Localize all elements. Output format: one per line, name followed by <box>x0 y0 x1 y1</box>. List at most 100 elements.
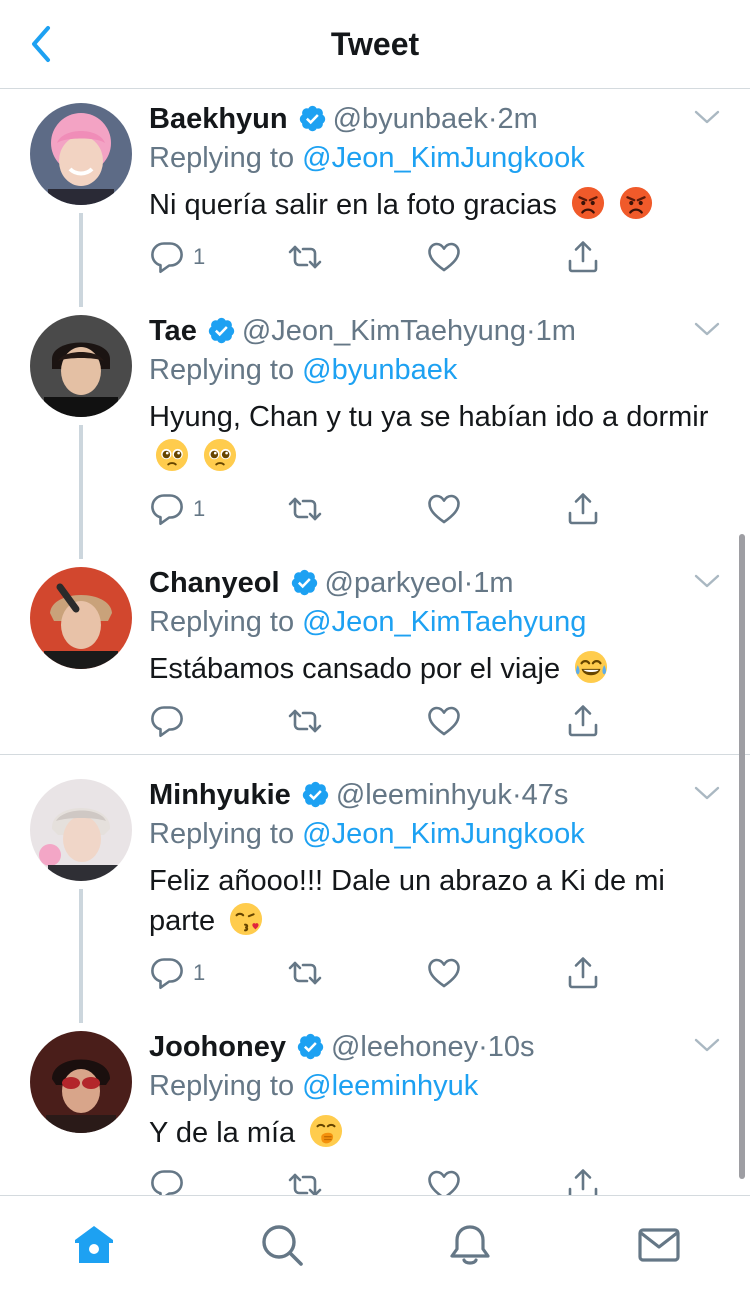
share-icon <box>565 955 601 991</box>
tweet[interactable]: Chanyeol @parkyeol·1m Replying to @Jeon_K… <box>0 553 750 754</box>
verified-badge-icon <box>207 316 236 345</box>
reply-icon <box>149 703 185 739</box>
retweet-button[interactable] <box>287 703 323 739</box>
reply-icon <box>149 491 185 527</box>
avatar[interactable] <box>30 315 132 417</box>
share-button[interactable] <box>565 491 601 527</box>
tweet-actions: 1 <box>149 239 629 279</box>
user-handle[interactable]: @Jeon_KimTaehyung <box>242 315 526 347</box>
verified-badge-icon <box>296 1032 325 1061</box>
tweet-text: Ni quería salir en la foto gracias <box>149 185 709 225</box>
heart-icon <box>426 1167 462 1195</box>
replying-to-label: Replying to <box>149 606 295 638</box>
thread-connector <box>79 889 83 1023</box>
replying-to-link[interactable]: @Jeon_KimTaehyung <box>302 606 586 638</box>
tweet[interactable]: Tae @Jeon_KimTaehyung·1m Replying to @byu… <box>0 301 750 559</box>
reply-count: 1 <box>193 244 206 269</box>
retweet-button[interactable] <box>287 239 323 275</box>
tweet-actions <box>149 703 629 743</box>
kissing-face-emoji-icon <box>230 902 263 936</box>
chevron-down-icon[interactable] <box>694 1035 720 1055</box>
chevron-down-icon[interactable] <box>694 783 720 803</box>
display-name[interactable]: Chanyeol <box>149 567 280 599</box>
share-button[interactable] <box>565 703 601 739</box>
avatar[interactable] <box>30 779 132 881</box>
timestamp: 1m <box>473 567 514 599</box>
replying-to: Replying to @Jeon_KimTaehyung <box>149 602 586 642</box>
timestamp: 1m <box>535 315 576 347</box>
user-handle[interactable]: @parkyeol <box>325 567 464 599</box>
replying-to-link[interactable]: @byunbaek <box>302 354 457 386</box>
timestamp: 47s <box>521 779 569 811</box>
replying-to-link[interactable]: @Jeon_KimJungkook <box>302 142 585 174</box>
top-nav-bar: Tweet <box>0 0 750 89</box>
tweet[interactable]: Minhyukie @leeminhyuk·47s Replying to @Je… <box>0 765 750 1023</box>
verified-badge-icon <box>301 780 330 809</box>
tweet[interactable]: Joohoney @leehoney·10s Replying to @leemi… <box>0 1017 750 1195</box>
avatar[interactable] <box>30 1031 132 1133</box>
reply-icon <box>149 239 185 275</box>
timestamp: 10s <box>487 1031 535 1063</box>
tweet-text: Estábamos cansado por el viaje <box>149 649 709 689</box>
like-button[interactable] <box>426 239 462 275</box>
reply-button[interactable] <box>149 703 185 739</box>
share-button[interactable] <box>565 239 601 275</box>
share-button[interactable] <box>565 955 601 991</box>
reply-button[interactable] <box>149 1167 185 1195</box>
avatar[interactable] <box>30 567 132 669</box>
messages-icon[interactable] <box>636 1222 682 1268</box>
display-name[interactable]: Tae <box>149 315 197 347</box>
like-button[interactable] <box>426 1167 462 1195</box>
replying-to: Replying to @Jeon_KimJungkook <box>149 814 585 854</box>
reply-button[interactable]: 1 <box>149 239 205 275</box>
like-button[interactable] <box>426 491 462 527</box>
home-icon[interactable] <box>71 1222 117 1268</box>
tweet-header: Minhyukie @leeminhyuk·47s <box>149 775 568 815</box>
tweet-actions: 1 <box>149 955 629 995</box>
retweet-icon <box>287 239 323 275</box>
avatar[interactable] <box>30 103 132 205</box>
notifications-icon[interactable] <box>447 1222 493 1268</box>
tears-of-joy-emoji-icon <box>575 650 608 684</box>
tweet-text-content: Feliz añooo!!! Dale un abrazo a Ki de mi… <box>149 865 665 937</box>
separator-dot: · <box>526 315 536 347</box>
reply-button[interactable]: 1 <box>149 491 205 527</box>
replying-to-label: Replying to <box>149 1070 295 1102</box>
retweet-button[interactable] <box>287 491 323 527</box>
display-name[interactable]: Joohoney <box>149 1031 286 1063</box>
tweet-header: Baekhyun @byunbaek·2m <box>149 99 538 139</box>
chevron-down-icon[interactable] <box>694 319 720 339</box>
replying-to-link[interactable]: @Jeon_KimJungkook <box>302 818 585 850</box>
user-handle[interactable]: @leehoney <box>331 1031 478 1063</box>
like-button[interactable] <box>426 955 462 991</box>
like-button[interactable] <box>426 703 462 739</box>
replying-to: Replying to @Jeon_KimJungkook <box>149 138 585 178</box>
reply-count: 1 <box>193 496 206 521</box>
tweet-text-content: Hyung, Chan y tu ya se habían ido a dorm… <box>149 401 709 433</box>
thread-divider <box>0 754 750 755</box>
share-button[interactable] <box>565 1167 601 1195</box>
tweet[interactable]: Baekhyun @byunbaek·2m Replying to @Jeon_K… <box>0 89 750 307</box>
replying-to: Replying to @leeminhyuk <box>149 1066 478 1106</box>
chevron-down-icon[interactable] <box>694 571 720 591</box>
heart-icon <box>426 703 462 739</box>
search-icon[interactable] <box>259 1222 305 1268</box>
chevron-down-icon[interactable] <box>694 107 720 127</box>
verified-badge-icon <box>290 568 319 597</box>
retweet-icon <box>287 703 323 739</box>
display-name[interactable]: Minhyukie <box>149 779 291 811</box>
scrollbar[interactable] <box>739 534 745 1179</box>
replying-to-link[interactable]: @leeminhyuk <box>302 1070 478 1102</box>
share-icon <box>565 239 601 275</box>
tweet-text: Feliz añooo!!! Dale un abrazo a Ki de mi… <box>149 861 709 941</box>
retweet-button[interactable] <box>287 955 323 991</box>
retweet-button[interactable] <box>287 1167 323 1195</box>
user-handle[interactable]: @leeminhyuk <box>336 779 512 811</box>
hand-over-mouth-emoji-icon <box>310 1114 343 1148</box>
tweet-actions: 1 <box>149 491 629 531</box>
separator-dot: · <box>487 103 498 135</box>
reply-button[interactable]: 1 <box>149 955 205 991</box>
display-name[interactable]: Baekhyun <box>149 103 288 135</box>
replying-to: Replying to @byunbaek <box>149 350 457 390</box>
user-handle[interactable]: @byunbaek <box>333 103 488 135</box>
